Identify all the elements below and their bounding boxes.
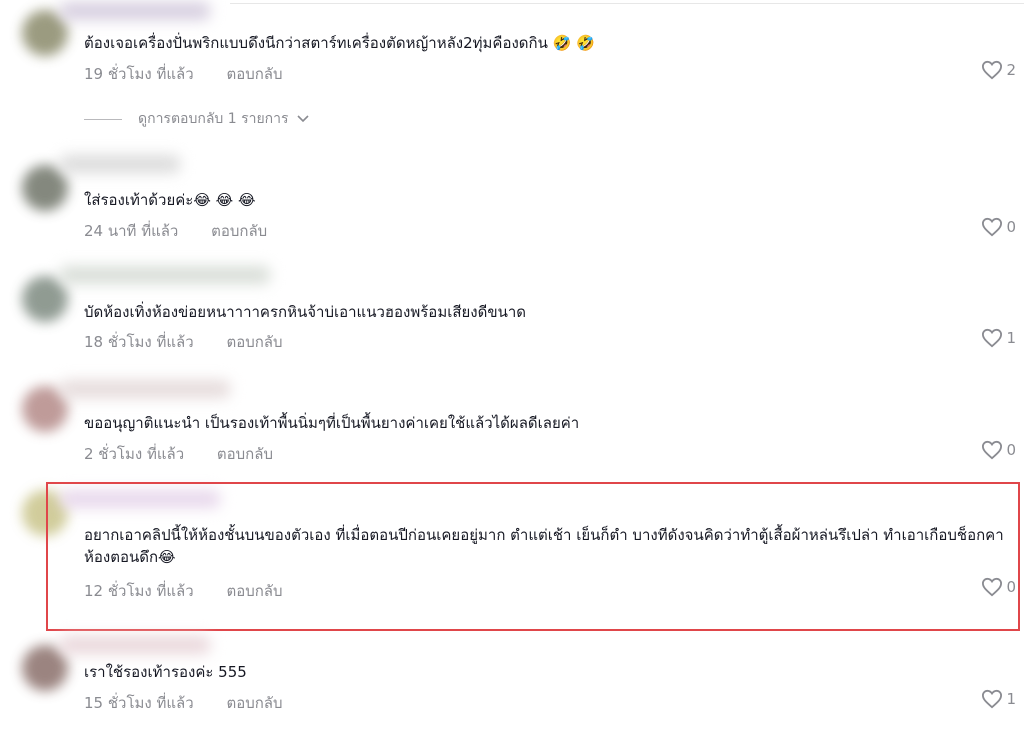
view-replies-label: ดูการตอบกลับ 1 รายการ (138, 111, 289, 127)
like-button[interactable]: 0 (981, 217, 1016, 237)
comment-meta: 2 ชั่วโมง ที่แล้ว ตอบกลับ (84, 442, 273, 466)
comment-time: 19 ชั่วโมง ที่แล้ว (84, 65, 194, 83)
heart-outline-icon (982, 217, 1003, 237)
username-blurred[interactable] (60, 155, 180, 173)
like-count: 2 (1006, 61, 1016, 79)
like-button[interactable]: 1 (981, 328, 1016, 348)
like-button[interactable]: 2 (981, 60, 1016, 80)
username-blurred[interactable] (60, 380, 230, 398)
comment-time: 2 ชั่วโมง ที่แล้ว (84, 445, 185, 463)
reply-button[interactable]: ตอบกลับ (211, 222, 267, 240)
avatar[interactable] (22, 276, 68, 322)
divider (230, 3, 1024, 4)
username-blurred[interactable] (60, 636, 210, 654)
reply-button[interactable]: ตอบกลับ (217, 445, 273, 463)
comment-text: เราใช้รองเท้ารองค่ะ 555 (84, 663, 247, 681)
like-button[interactable]: 0 (981, 577, 1016, 597)
comment-meta: 12 ชั่วโมง ที่แล้ว ตอบกลับ (84, 579, 283, 603)
comment-text: บัดห้องเทิ่งห้องข่อยหนาาาาครกหินจ้าบ่เอา… (84, 303, 527, 321)
heart-outline-icon (982, 440, 1003, 460)
comment-text: ต้องเจอเครื่องปั่นพริกแบบดึงนีกว่าสตาร์ท… (84, 34, 595, 52)
comment-meta: 19 ชั่วโมง ที่แล้ว ตอบกลับ (84, 62, 283, 86)
like-count: 0 (1006, 578, 1016, 596)
comment-meta: 24 นาที ที่แล้ว ตอบกลับ (84, 219, 267, 243)
reply-button[interactable]: ตอบกลับ (226, 582, 282, 600)
heart-outline-icon (982, 689, 1003, 709)
like-count: 0 (1006, 218, 1016, 236)
like-count: 0 (1006, 441, 1016, 459)
comments-panel: ต้องเจอเครื่องปั่นพริกแบบดึงนีกว่าสตาร์ท… (0, 0, 1024, 744)
username-blurred[interactable] (60, 266, 270, 284)
comment-time: 12 ชั่วโมง ที่แล้ว (84, 582, 194, 600)
view-replies-button[interactable]: ดูการตอบกลับ 1 รายการ (84, 108, 309, 130)
reply-button[interactable]: ตอบกลับ (226, 333, 282, 351)
comment-meta: 15 ชั่วโมง ที่แล้ว ตอบกลับ (84, 691, 283, 715)
divider (84, 118, 122, 120)
comment-time: 18 ชั่วโมง ที่แล้ว (84, 333, 194, 351)
comment-text: อยากเอาคลิปนี้ให้ห้องชั้นบนของตัวเอง ที่… (84, 526, 1004, 566)
chevron-down-icon (296, 111, 309, 127)
comment-text: ขออนุญาติแนะนำ เป็นรองเท้าพื้นนิ่มๆที่เป… (84, 414, 580, 432)
comment-text: ใส่รองเท้าด้วยค่ะ😂 😂 😂 (84, 191, 256, 209)
heart-outline-icon (982, 60, 1003, 80)
like-count: 1 (1006, 329, 1016, 347)
comment-meta: 18 ชั่วโมง ที่แล้ว ตอบกลับ (84, 330, 283, 354)
like-button[interactable]: 0 (981, 440, 1016, 460)
username-blurred[interactable] (60, 2, 210, 20)
like-count: 1 (1006, 690, 1016, 708)
username-blurred[interactable] (60, 490, 220, 508)
heart-outline-icon (982, 577, 1003, 597)
like-button[interactable]: 1 (981, 689, 1016, 709)
comment-time: 15 ชั่วโมง ที่แล้ว (84, 694, 194, 712)
reply-button[interactable]: ตอบกลับ (226, 65, 282, 83)
heart-outline-icon (982, 328, 1003, 348)
reply-button[interactable]: ตอบกลับ (226, 694, 282, 712)
avatar[interactable] (22, 165, 68, 211)
comment-time: 24 นาที ที่แล้ว (84, 222, 179, 240)
